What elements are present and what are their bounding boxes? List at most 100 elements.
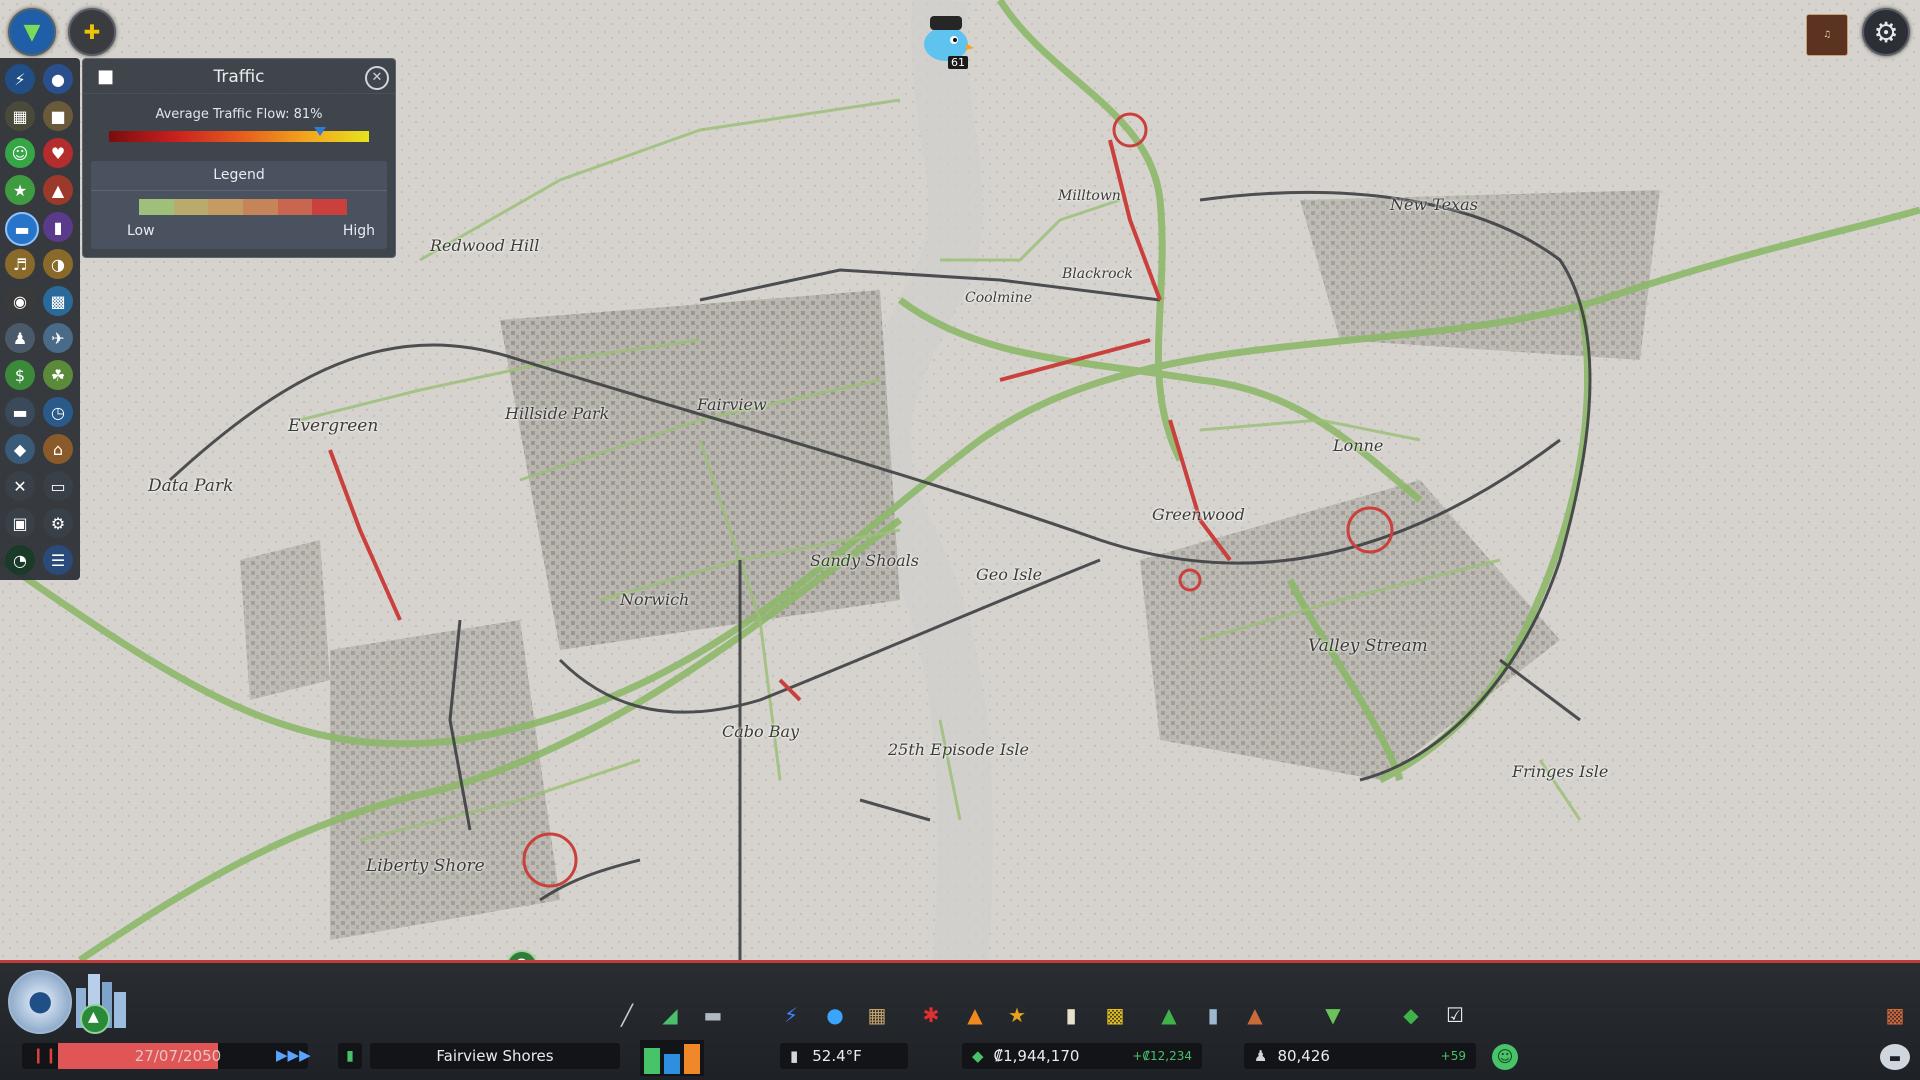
health-view-icon[interactable]: ♥ xyxy=(43,138,73,168)
unlock-button[interactable]: ▼ xyxy=(8,8,56,56)
rci-demand-meter xyxy=(640,1040,704,1076)
advisor-button[interactable]: ✚ xyxy=(68,8,116,56)
district-label: 25th Episode Isle xyxy=(888,740,1029,759)
info-list-view-icon[interactable]: ☰ xyxy=(43,545,73,575)
transport-view-icon[interactable]: ▩ xyxy=(43,286,73,316)
globe-icon: ● xyxy=(28,984,53,1017)
garbage-view-icon[interactable]: ▦ xyxy=(5,101,35,131)
population-value: 80,426 xyxy=(1277,1047,1330,1065)
areas-tool-icon[interactable]: ☑ xyxy=(1440,1000,1470,1030)
money-income: +₡12,234 xyxy=(1132,1049,1192,1063)
average-traffic-flow-label: Average Traffic Flow: 81% xyxy=(155,107,323,122)
district-label: Milltown xyxy=(1058,188,1121,204)
legend-swatch-3 xyxy=(243,199,278,215)
happiness-indicator[interactable]: ☺ xyxy=(1492,1044,1518,1070)
beautification-tool-icon[interactable]: ▲ xyxy=(1154,1000,1184,1030)
noise-view-icon[interactable]: ♬ xyxy=(5,249,35,279)
city-info-button[interactable]: ▮ xyxy=(338,1043,362,1069)
traffic-view-icon[interactable]: ▬ xyxy=(5,212,39,246)
city-emblem-button[interactable]: ● xyxy=(8,970,72,1034)
water-tool-icon[interactable]: ● xyxy=(820,1000,850,1030)
legend-swatch-2 xyxy=(208,199,244,215)
district-label: Lonne xyxy=(1333,436,1384,455)
legend-swatch-5 xyxy=(312,199,348,215)
traffic-flow-marker xyxy=(313,127,326,136)
wind-view-icon[interactable]: ◑ xyxy=(43,249,73,279)
legend-swatches xyxy=(139,199,348,215)
fire-tool-icon[interactable]: ▲ xyxy=(960,1000,990,1030)
speed-icon[interactable]: ▶▶▶ xyxy=(276,1046,311,1064)
district-label: New Texas xyxy=(1390,195,1478,214)
district-label: Geo Isle xyxy=(976,565,1043,584)
legend-swatch-0 xyxy=(139,199,174,215)
traffic-panel-title: Traffic xyxy=(213,67,265,87)
education-view-icon[interactable]: ▮ xyxy=(43,212,73,242)
game-speed-control[interactable]: ❙❙ 27/07/2050 ▶▶▶ xyxy=(22,1043,311,1069)
city-name-field[interactable]: Fairview Shores xyxy=(370,1043,620,1069)
settings-button[interactable]: ⚙ xyxy=(1862,8,1910,56)
mods-view-icon[interactable]: ⚙ xyxy=(43,508,73,538)
money-display[interactable]: ◆ ₡1,944,170 +₡12,234 xyxy=(962,1043,1202,1069)
buildings-view-icon[interactable]: ⌂ xyxy=(43,434,73,464)
chat-button[interactable]: ▬ xyxy=(1880,1044,1910,1070)
terrain-view-icon[interactable]: ▬ xyxy=(5,397,35,427)
monuments-tool-icon[interactable]: ▮ xyxy=(1198,1000,1228,1030)
classics-radio-icon: ♫ xyxy=(1822,30,1832,40)
education-tool-icon[interactable]: ▮ xyxy=(1056,1000,1086,1030)
fire-view-icon[interactable]: ▲ xyxy=(43,175,73,205)
road-view-icon[interactable]: ▭ xyxy=(43,471,73,501)
happiness-view-icon[interactable]: ☺ xyxy=(5,138,35,168)
tourism-view-icon[interactable]: ✈ xyxy=(43,323,73,353)
transport-tool-icon[interactable]: ▩ xyxy=(1100,1000,1130,1030)
money-value: ₡1,944,170 xyxy=(993,1047,1080,1065)
time-view-icon[interactable]: ◷ xyxy=(43,397,73,427)
settings-gear-icon: ⚙ xyxy=(1873,15,1899,49)
wonders-tool-icon[interactable]: ▲ xyxy=(1240,1000,1270,1030)
district-label: Valley Stream xyxy=(1308,636,1428,656)
land-value-view-icon[interactable]: ■ xyxy=(43,101,73,131)
radio-button[interactable]: ♫ xyxy=(1806,14,1848,56)
traffic-info-panel: ■ Traffic ✕ Average Traffic Flow: 81% Le… xyxy=(82,58,396,258)
water-view-icon[interactable]: ● xyxy=(43,64,73,94)
garbage-tool-icon[interactable]: ▦ xyxy=(862,1000,892,1030)
chirper-badge: 61 xyxy=(948,56,968,69)
residential-demand-bar xyxy=(644,1048,660,1074)
legend-title: Legend xyxy=(213,167,265,183)
police-tool-icon[interactable]: ★ xyxy=(1002,1000,1032,1030)
statistics-view-icon[interactable]: ◔ xyxy=(5,545,35,575)
natural-resources-view-icon[interactable]: ☘ xyxy=(43,360,73,390)
unlock-areas-icon[interactable]: ▩ xyxy=(1880,1000,1910,1030)
pause-icon[interactable]: ❙❙ xyxy=(32,1046,57,1064)
maintenance-view-icon[interactable]: ✕ xyxy=(5,471,35,501)
economy-view-icon[interactable]: $ xyxy=(5,360,35,390)
electricity-view-icon[interactable]: ⚡ xyxy=(5,64,35,94)
electricity-tool-icon[interactable]: ⚡ xyxy=(776,1000,806,1030)
population-display[interactable]: ♟ 80,426 +59 xyxy=(1244,1043,1476,1069)
city-info-icon: ▮ xyxy=(346,1048,354,1064)
legend-swatch-1 xyxy=(173,199,209,215)
district-label: Hillside Park xyxy=(505,404,610,423)
legend-low-label: Low xyxy=(127,223,155,239)
districts-view-icon[interactable]: ◆ xyxy=(5,434,35,464)
chat-icon: ▬ xyxy=(1888,1051,1902,1066)
close-icon: ✕ xyxy=(371,70,383,85)
districts-tool-icon[interactable]: ▬ xyxy=(698,1000,728,1030)
roads-tool-icon[interactable]: ╱ xyxy=(612,1000,642,1030)
pollution-view-icon[interactable]: ◉ xyxy=(5,286,35,316)
policies-tool-icon[interactable]: ◆ xyxy=(1396,1000,1426,1030)
district-label: Greenwood xyxy=(1152,505,1245,524)
traffic-panel-header[interactable]: ■ Traffic ✕ xyxy=(83,59,395,94)
city-name: Fairview Shores xyxy=(436,1047,554,1065)
healthcare-tool-icon[interactable]: ✱ xyxy=(916,1000,946,1030)
chirper-button[interactable]: 61 xyxy=(918,8,974,69)
bulldozer-button[interactable]: ▲ xyxy=(80,1004,110,1034)
bulldozer-icon: ▲ xyxy=(88,1009,99,1025)
camera-view-icon[interactable]: ▣ xyxy=(5,508,35,538)
district-label: Evergreen xyxy=(288,416,379,436)
attractiveness-view-icon[interactable]: ★ xyxy=(5,175,35,205)
close-button[interactable]: ✕ xyxy=(365,66,389,90)
temperature-display: ▮ 52.4°F xyxy=(780,1043,908,1069)
landscaping-tool-icon[interactable]: ▼ xyxy=(1318,1000,1348,1030)
population-view-icon[interactable]: ♟ xyxy=(5,323,35,353)
zoning-tool-icon[interactable]: ◢ xyxy=(655,1000,685,1030)
